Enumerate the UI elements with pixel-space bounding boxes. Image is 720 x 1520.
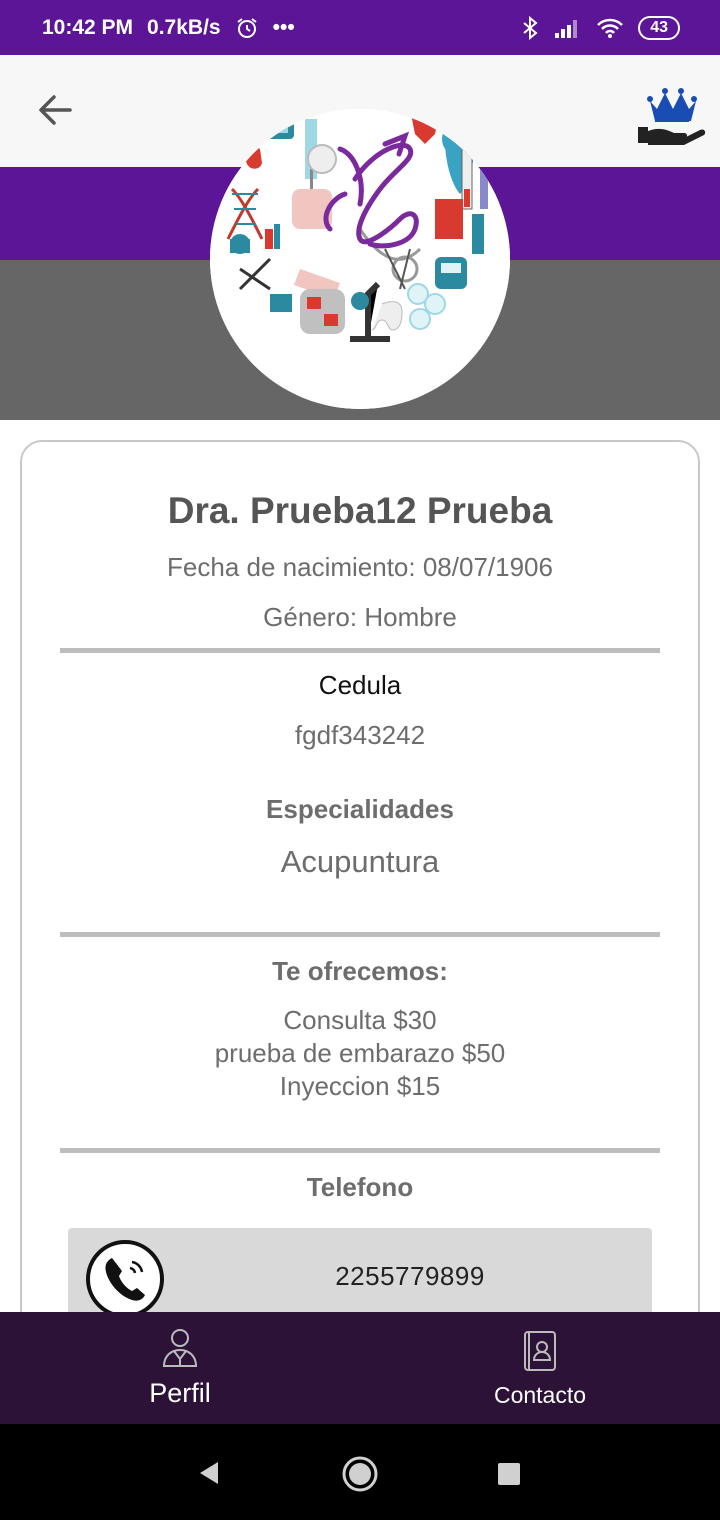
divider xyxy=(60,648,660,653)
signal-icon xyxy=(555,19,578,38)
offer-item: prueba de embarazo $50 xyxy=(214,1038,506,1068)
cedula-label: Cedula xyxy=(318,670,402,700)
wifi-icon xyxy=(597,18,624,38)
recents-square-icon[interactable] xyxy=(497,1462,521,1486)
phone-label: Telefono xyxy=(306,1172,414,1202)
offer-item: Consulta $30 xyxy=(283,1005,437,1035)
profile-header xyxy=(0,109,720,420)
nav-contacto[interactable]: Contacto xyxy=(360,1312,720,1424)
more-notifications: ••• xyxy=(272,15,295,39)
birth-date: Fecha de nacimiento: 08/07/1906 xyxy=(167,552,553,582)
bluetooth-icon xyxy=(523,15,538,40)
nav-perfil-label: Perfil xyxy=(149,1378,211,1408)
bottom-navigation: Perfil Contacto xyxy=(0,1312,720,1424)
profile-avatar xyxy=(210,109,510,409)
status-net-speed: 0.7kB/s xyxy=(147,15,221,39)
alarm-icon xyxy=(237,17,257,38)
divider xyxy=(60,1148,660,1153)
back-triangle-icon[interactable] xyxy=(196,1460,222,1486)
phone-number: 2255779899 xyxy=(335,1261,485,1291)
status-bar: 10:42 PM 0.7kB/s ••• 43 xyxy=(0,0,720,55)
medical-collage-image xyxy=(210,109,510,409)
crown-hand-icon[interactable] xyxy=(636,77,708,149)
doctor-name: Dra. Prueba12 Prueba xyxy=(167,490,553,531)
profile-card: Dra. Prueba12 Prueba Fecha de nacimiento… xyxy=(20,440,700,1340)
contact-book-icon xyxy=(524,1331,556,1371)
phone-icon xyxy=(86,1240,164,1318)
nav-contacto-label: Contacto xyxy=(493,1382,587,1408)
specialties-label: Especialidades xyxy=(266,794,454,824)
status-time: 10:42 PM xyxy=(42,15,134,39)
doctor-icon xyxy=(162,1329,198,1367)
nav-perfil[interactable]: Perfil xyxy=(0,1312,360,1424)
home-circle-icon[interactable] xyxy=(341,1455,379,1493)
system-navigation-bar xyxy=(0,1424,720,1520)
battery-icon: 43 xyxy=(638,15,680,40)
gender: Género: Hombre xyxy=(263,602,457,632)
arrow-back-icon[interactable] xyxy=(34,89,76,131)
specialty-item: Acupuntura xyxy=(280,844,440,879)
divider xyxy=(60,932,660,937)
offers-label: Te ofrecemos: xyxy=(272,956,448,986)
cedula-value: fgdf343242 xyxy=(294,720,426,750)
offer-item: Inyeccion $15 xyxy=(279,1071,441,1101)
